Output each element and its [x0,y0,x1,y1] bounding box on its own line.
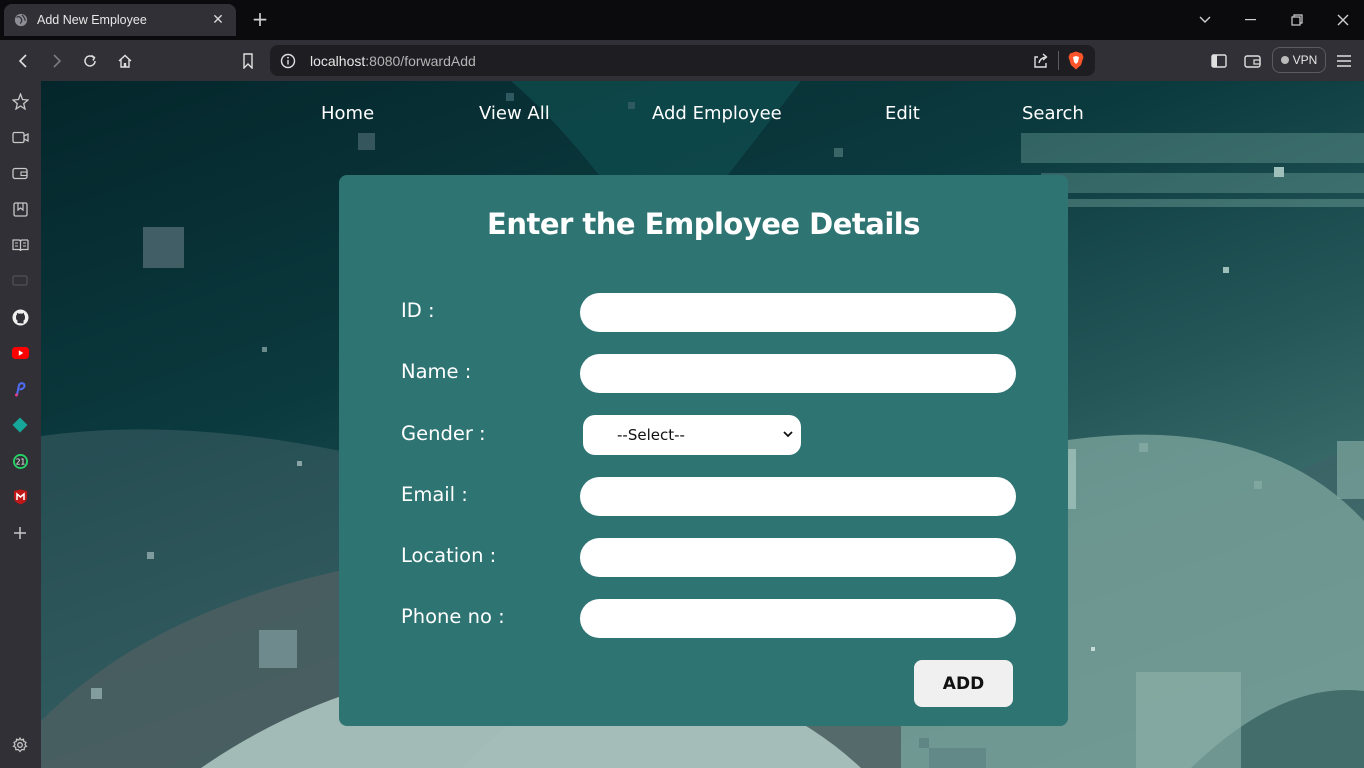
wallet-sidebar-icon[interactable] [11,164,29,182]
gender-selected-value: --Select-- [617,426,685,444]
tab-close-icon[interactable]: ✕ [210,12,226,28]
site-info-icon[interactable] [280,53,296,69]
browser-toolbar: localhost:8080/forwardAdd VPN [0,40,1364,81]
bookmark-icon[interactable] [236,49,260,73]
brave-shields-icon[interactable] [1068,51,1084,70]
window-close-icon[interactable] [1331,8,1355,32]
mcafee-icon[interactable] [11,488,29,506]
restore-icon[interactable] [1285,8,1309,32]
add-button[interactable]: ADD [914,660,1013,707]
gender-select[interactable]: --Select-- [583,415,801,455]
url-text[interactable]: localhost:8080/forwardAdd [310,53,476,69]
diamond-app-icon[interactable] [11,416,29,434]
id-input[interactable] [580,293,1016,332]
tv-icon[interactable] [11,272,29,290]
globe-icon [14,13,28,27]
vpn-label: VPN [1292,53,1318,67]
youtube-icon[interactable] [11,344,29,362]
nav-home[interactable]: Home [321,103,374,124]
add-icon[interactable] [11,524,29,542]
name-label: Name : [401,360,472,383]
minimize-icon[interactable] [1239,8,1263,32]
id-label: ID : [401,299,435,322]
back-icon[interactable] [11,49,35,73]
address-bar[interactable]: localhost:8080/forwardAdd [270,45,1095,76]
whatsapp-icon[interactable]: 21 [11,452,29,470]
leo-star-icon[interactable] [11,92,29,110]
home-icon[interactable] [113,49,137,73]
form-title: Enter the Employee Details [487,207,920,241]
nav-add-employee[interactable]: Add Employee [652,103,782,124]
phone-input[interactable] [580,599,1016,638]
settings-icon[interactable] [11,736,29,754]
reload-icon[interactable] [78,49,102,73]
tab-title: Add New Employee [37,13,147,27]
tab-strip: Add New Employee ✕ + [0,0,1364,40]
top-navigation: Home View All Add Employee Edit Search [41,103,1364,129]
vpn-status-dot [1280,56,1289,64]
wallet-icon[interactable] [1240,49,1264,73]
employee-form-card: Enter the Employee Details ID : Name : G… [339,175,1068,726]
vpn-button[interactable]: VPN [1272,47,1326,73]
name-input[interactable] [580,354,1016,393]
url-divider [1058,51,1059,70]
browser-tab-active[interactable]: Add New Employee ✕ [4,4,236,36]
sidebar-toggle-icon[interactable] [1207,49,1231,73]
reading-list-icon[interactable] [11,236,29,254]
nav-view-all[interactable]: View All [479,103,550,124]
gender-label: Gender : [401,422,486,445]
location-input[interactable] [580,538,1016,577]
email-input[interactable] [580,477,1016,516]
whatsapp-badge: 21 [15,457,25,466]
menu-icon[interactable] [1332,49,1356,73]
phone-label: Phone no : [401,605,505,628]
chevron-down-icon [783,431,793,438]
forward-icon[interactable] [45,49,69,73]
nav-edit[interactable]: Edit [885,103,920,124]
browser-sidebar: 21 [0,81,41,768]
email-label: Email : [401,483,468,506]
share-icon[interactable] [1032,52,1049,69]
bookmarks-icon[interactable] [11,200,29,218]
tab-search-chevron-icon[interactable] [1193,8,1217,32]
video-icon[interactable] [11,128,29,146]
nav-search[interactable]: Search [1022,103,1084,124]
github-icon[interactable] [11,308,29,326]
new-tab-plus-icon[interactable]: + [250,9,270,29]
page-viewport: Home View All Add Employee Edit Search E… [41,81,1364,768]
pen-app-icon[interactable] [11,380,29,398]
location-label: Location : [401,544,497,567]
